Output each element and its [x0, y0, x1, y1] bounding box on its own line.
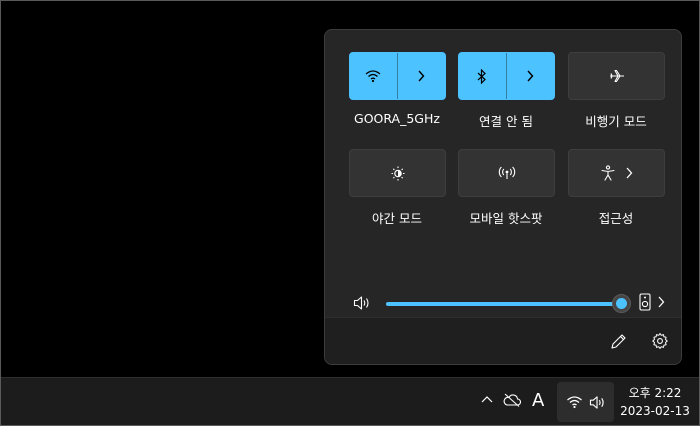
accessibility-icon [600, 165, 615, 181]
mobile-hotspot-label: 모바일 핫스팟 [469, 211, 543, 226]
speaker-icon [589, 395, 606, 410]
wifi-expand-button[interactable] [398, 53, 446, 99]
bluetooth-tile-label: 연결 안 됨 [479, 114, 533, 129]
bluetooth-tile [458, 52, 555, 100]
wifi-icon [365, 69, 381, 83]
chevron-up-icon[interactable] [481, 395, 493, 403]
quick-settings-footer [325, 317, 681, 364]
pencil-icon[interactable] [610, 333, 627, 350]
night-light-tile[interactable] [349, 149, 446, 197]
speaker-icon[interactable] [353, 295, 371, 311]
wifi-tile [349, 52, 446, 100]
chevron-right-icon [417, 70, 425, 82]
chevron-right-icon [657, 296, 665, 308]
network-volume-tray-button[interactable] [557, 382, 614, 422]
accessibility-tile[interactable] [568, 149, 665, 197]
airplane-icon [609, 69, 625, 83]
bluetooth-toggle[interactable] [459, 53, 507, 99]
output-device-icon [639, 293, 651, 311]
clock-time: 오후 2:22 [628, 386, 682, 400]
gear-icon[interactable] [651, 332, 669, 350]
output-device-button[interactable] [639, 293, 665, 311]
wifi-tile-label: GOORA_5GHz [354, 111, 440, 126]
night-light-icon [390, 165, 406, 181]
wifi-icon [566, 395, 583, 409]
mobile-hotspot-tile[interactable] [458, 149, 555, 197]
taskbar: A 오후 2:22 2023-02-13 [1, 377, 699, 425]
quick-settings-panel: GOORA_5GHz 연결 안 됨 비행기 모드 야간 모드 모바일 핫스팟 접… [324, 29, 682, 365]
hotspot-icon [498, 166, 516, 180]
chevron-right-icon [625, 167, 633, 179]
chevron-right-icon [526, 70, 534, 82]
bluetooth-expand-button[interactable] [507, 53, 555, 99]
clock-date: 2023-02-13 [620, 404, 690, 418]
bluetooth-icon [477, 68, 487, 84]
airplane-mode-tile[interactable] [568, 52, 665, 100]
ime-icon[interactable]: A [532, 390, 544, 411]
taskbar-clock[interactable]: 오후 2:22 2023-02-13 [617, 384, 693, 420]
volume-slider-thumb[interactable] [612, 294, 631, 313]
night-light-label: 야간 모드 [372, 211, 422, 226]
accessibility-label: 접근성 [598, 211, 634, 226]
wifi-toggle[interactable] [350, 53, 398, 99]
volume-row [325, 285, 681, 319]
onedrive-offline-icon[interactable] [503, 393, 521, 407]
airplane-mode-label: 비행기 모드 [585, 114, 647, 129]
quick-settings-tiles: GOORA_5GHz 연결 안 됨 비행기 모드 야간 모드 모바일 핫스팟 접… [325, 30, 681, 317]
volume-slider-track[interactable] [386, 302, 622, 306]
